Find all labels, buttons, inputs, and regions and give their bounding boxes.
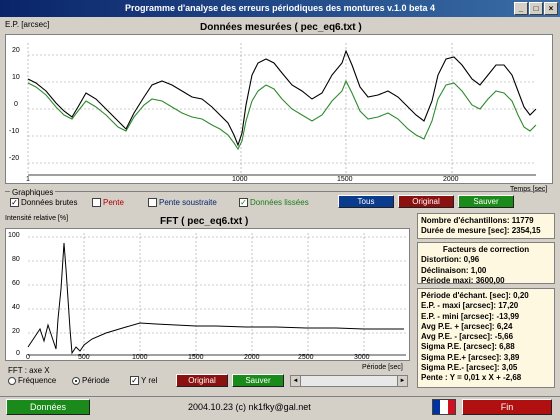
frequence-radio-dot[interactable] bbox=[8, 376, 16, 385]
stat-line: E.P. - maxi [arcsec]: 17,20 bbox=[421, 301, 519, 311]
fft-plot-area bbox=[5, 228, 410, 361]
top-y-tick-neg10: -10 bbox=[9, 128, 20, 135]
samples-info-panel: Nombre d'échantillons: 11779 Durée de me… bbox=[417, 213, 555, 239]
window-title: Programme d'analyse des erreurs périodiq… bbox=[124, 3, 436, 13]
measure-duration: Durée de mesure [sec]: 2354,15 bbox=[421, 226, 541, 236]
fft-sauver-button[interactable]: Sauver bbox=[232, 374, 284, 387]
y-rel-checkbox[interactable]: ✓ Y rel bbox=[130, 376, 157, 385]
smoothed-series-line bbox=[27, 79, 537, 151]
top-x-tick-1: 1 bbox=[26, 176, 30, 183]
stat-line: E.P. - mini [arcsec]: -13,99 bbox=[421, 311, 520, 321]
donnees-lissees-label: Données lissées bbox=[250, 198, 309, 207]
fft-x-tick-1000: 1000 bbox=[132, 354, 148, 361]
pente-checkbox[interactable]: Pente bbox=[92, 198, 124, 207]
scroll-right-icon[interactable]: ► bbox=[397, 376, 407, 386]
donnees-brutes-checkbox[interactable]: ✓ Données brutes bbox=[10, 198, 77, 207]
top-y-tick-20: 20 bbox=[12, 47, 20, 54]
y-rel-check[interactable]: ✓ bbox=[130, 376, 139, 385]
fft-y-tick-0: 0 bbox=[16, 350, 20, 357]
stat-line: Avg P.E. - [arcsec]: -5,66 bbox=[421, 332, 514, 342]
top-plot-title: Données mesurées ( pec_eq6.txt ) bbox=[200, 22, 362, 33]
window-controls: _ □ × bbox=[514, 2, 558, 15]
pente-label: Pente bbox=[103, 198, 124, 207]
top-x-tick-1000: 1000 bbox=[232, 176, 248, 183]
stat-line: Sigma P.E.+ [arcsec]: 3,89 bbox=[421, 352, 520, 362]
fin-button[interactable]: Fin bbox=[462, 399, 552, 415]
stat-line: Pente : Y = 0,01 x X + -2,68 bbox=[421, 373, 522, 383]
donnees-brutes-label: Données brutes bbox=[21, 198, 78, 207]
title-bar: Programme d'analyse des erreurs périodiq… bbox=[0, 0, 560, 17]
correction-factors-title: Facteurs de correction bbox=[442, 245, 530, 254]
fft-plot-xlabel: Période [sec] bbox=[362, 364, 403, 371]
distortion-value: Distortion: 0,96 bbox=[421, 255, 480, 265]
top-x-tick-2000: 2000 bbox=[443, 176, 459, 183]
top-x-tick-1500: 1500 bbox=[337, 176, 353, 183]
fft-x-tick-2500: 2500 bbox=[298, 354, 314, 361]
fft-y-tick-40: 40 bbox=[12, 304, 20, 311]
periode-radio-dot[interactable] bbox=[72, 376, 80, 385]
top-plot-svg bbox=[27, 43, 537, 176]
fft-x-tick-0: 0 bbox=[26, 354, 30, 361]
pente-check[interactable] bbox=[92, 198, 101, 207]
samples-count: Nombre d'échantillons: 11779 bbox=[421, 216, 534, 225]
donnees-lissees-check[interactable]: ✓ bbox=[239, 198, 248, 207]
correction-factors-panel: Facteurs de correction Distortion: 0,96 … bbox=[417, 242, 555, 285]
stat-line: Sigma P.E.- [arcsec]: 3,05 bbox=[421, 363, 518, 373]
top-sauver-button[interactable]: Sauver bbox=[458, 195, 514, 208]
fft-plot-svg bbox=[27, 233, 406, 356]
fft-axis-group-label: FFT : axe X bbox=[8, 366, 50, 375]
fft-series-line bbox=[27, 242, 404, 355]
fft-plot-title: FFT ( pec_eq6.txt ) bbox=[160, 216, 249, 227]
fft-x-tick-3000: 3000 bbox=[354, 354, 370, 361]
declinaison-value: Déclinaison: 1,00 bbox=[421, 265, 487, 275]
donnees-brutes-check[interactable]: ✓ bbox=[10, 198, 19, 207]
maximize-icon[interactable]: □ bbox=[529, 2, 543, 15]
french-flag-icon[interactable] bbox=[432, 399, 456, 415]
top-y-tick-0: 0 bbox=[14, 101, 18, 108]
top-y-tick-10: 10 bbox=[12, 74, 20, 81]
periode-label: Période bbox=[82, 376, 110, 385]
graphiques-group-label: Graphiques bbox=[10, 188, 56, 197]
frequence-label: Fréquence bbox=[18, 376, 57, 385]
top-y-tick-neg20: -20 bbox=[9, 155, 20, 162]
periode-maxi-value: Période maxi: 3600,00 bbox=[421, 275, 505, 285]
fft-y-tick-80: 80 bbox=[12, 256, 20, 263]
fft-y-tick-100: 100 bbox=[8, 232, 20, 239]
stat-line: Sigma P.E. [arcsec]: 6,88 bbox=[421, 342, 515, 352]
donnees-lissees-checkbox[interactable]: ✓ Données lissées bbox=[239, 198, 309, 207]
close-icon[interactable]: × bbox=[544, 2, 558, 15]
minimize-icon[interactable]: _ bbox=[514, 2, 528, 15]
fft-x-tick-1500: 1500 bbox=[188, 354, 204, 361]
statistics-panel: Période d'échant. [sec]: 0,20 E.P. - max… bbox=[417, 288, 555, 388]
donnees-button[interactable]: Données bbox=[6, 399, 90, 415]
top-plot-ylabel: E.P. [arcsec] bbox=[5, 20, 50, 29]
footer-copyright: 2004.10.23 (c) nk1fky@gal.net bbox=[188, 402, 311, 412]
stat-line: Période d'échant. [sec]: 0,20 bbox=[421, 291, 529, 300]
fft-original-button[interactable]: Original bbox=[176, 374, 228, 387]
fft-y-tick-20: 20 bbox=[12, 328, 20, 335]
raw-series-line bbox=[27, 49, 537, 147]
stat-line: Avg P.E. + [arcsec]: 6,24 bbox=[421, 321, 513, 331]
y-rel-label: Y rel bbox=[141, 376, 158, 385]
periode-radio[interactable]: Période bbox=[72, 376, 110, 385]
fft-scrollbar[interactable]: ◄ ► bbox=[290, 375, 408, 387]
tous-button[interactable]: Tous bbox=[338, 195, 394, 208]
pente-soustraite-check[interactable] bbox=[148, 198, 157, 207]
fft-y-tick-60: 60 bbox=[12, 280, 20, 287]
top-plot-area bbox=[5, 34, 553, 184]
fft-x-tick-2000: 2000 bbox=[244, 354, 260, 361]
fft-plot-ylabel: Intensité relative [%] bbox=[5, 215, 69, 222]
pente-soustraite-checkbox[interactable]: Pente soustraite bbox=[148, 198, 217, 207]
frequence-radio[interactable]: Fréquence bbox=[8, 376, 56, 385]
fft-x-tick-500: 500 bbox=[78, 354, 90, 361]
scroll-left-icon[interactable]: ◄ bbox=[291, 376, 301, 386]
pente-soustraite-label: Pente soustraite bbox=[159, 198, 217, 207]
top-original-button[interactable]: Original bbox=[398, 195, 454, 208]
